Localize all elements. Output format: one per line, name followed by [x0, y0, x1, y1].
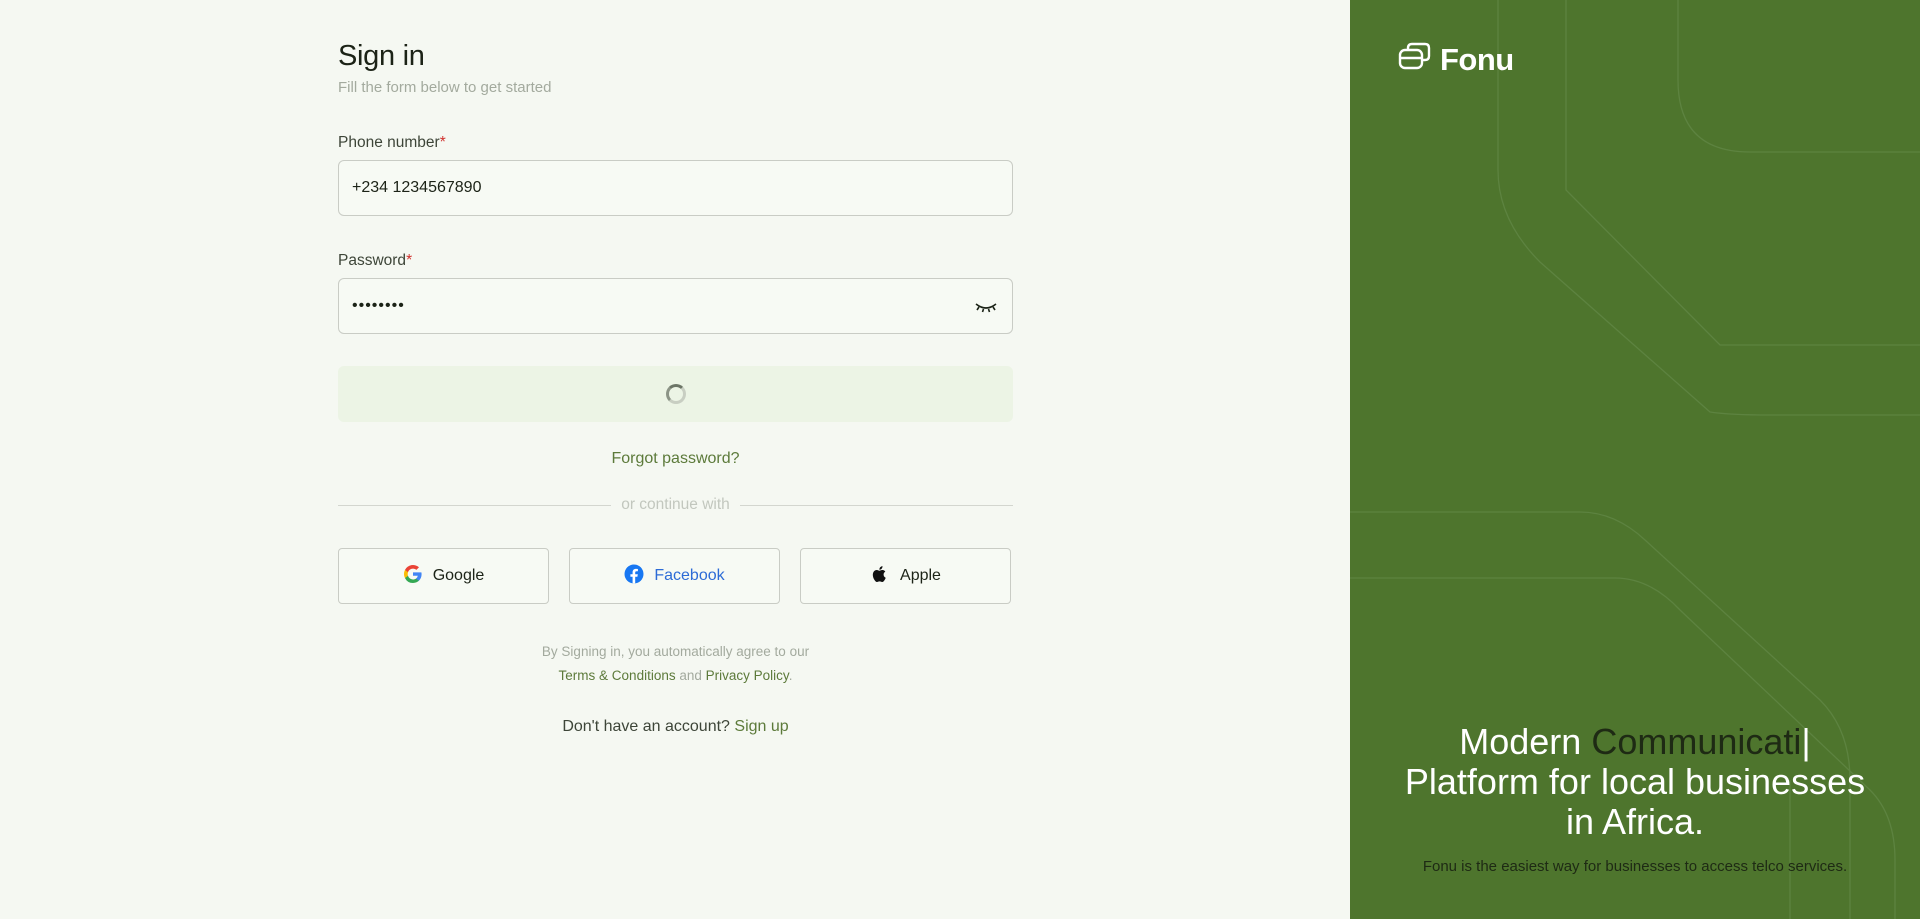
signup-row: Don't have an account? Sign up [338, 718, 1013, 736]
terms-notice: By Signing in, you automatically agree t… [338, 640, 1013, 688]
signup-link[interactable]: Sign up [734, 718, 788, 735]
password-label-text: Password [338, 252, 407, 269]
headline-prefix: Modern [1459, 721, 1592, 762]
signin-panel: Sign in Fill the form below to get start… [0, 0, 1350, 919]
eye-closed-icon[interactable] [974, 297, 998, 317]
fonu-logo-icon [1398, 40, 1432, 80]
signin-form: Sign in Fill the form below to get start… [338, 40, 1013, 736]
headline-line1: Modern Communicati| [1350, 722, 1920, 762]
divider-line [338, 504, 612, 506]
terms-and: and [679, 668, 702, 683]
page-title: Sign in [338, 40, 425, 72]
terms-link[interactable]: Terms & Conditions [559, 668, 676, 683]
required-mark: * [439, 134, 446, 151]
terms-end: . [788, 668, 793, 683]
promo-headline: Modern Communicati| Platform for local b… [1350, 722, 1920, 842]
google-label: Google [432, 567, 485, 584]
apple-label: Apple [900, 567, 941, 584]
terms-line2: Terms & Conditions and Privacy Policy. [338, 664, 1013, 688]
typing-caret: | [1801, 721, 1811, 762]
password-input[interactable]: •••••••• [338, 278, 1013, 334]
divider: or continue with [338, 496, 1013, 514]
brand-name: Fonu [1440, 42, 1514, 77]
phone-label-text: Phone number [338, 134, 440, 151]
password-value: •••••••• [352, 297, 405, 314]
phone-value: +234 1234567890 [352, 179, 482, 196]
forgot-password-link[interactable]: Forgot password? [338, 450, 1013, 468]
facebook-label: Facebook [654, 567, 725, 584]
google-icon [403, 564, 423, 589]
no-account-text: Don't have an account? [562, 718, 730, 735]
required-mark: * [406, 252, 413, 269]
divider-line [739, 504, 1013, 506]
privacy-link[interactable]: Privacy Policy [706, 668, 789, 683]
google-button[interactable]: Google [338, 548, 549, 604]
promo-tagline: Fonu is the easiest way for businesses t… [1422, 858, 1848, 875]
headline-line2: Platform for local businesses [1404, 761, 1866, 802]
divider-text: or continue with [621, 496, 730, 513]
headline-typing: Communicati [1591, 721, 1802, 762]
phone-label: Phone number* [338, 134, 1013, 152]
apple-button[interactable]: Apple [800, 548, 1011, 604]
loading-spinner-icon [665, 384, 686, 404]
terms-line1: By Signing in, you automatically agree t… [541, 644, 810, 659]
page-subtitle: Fill the form below to get started [338, 79, 552, 96]
signin-submit-button[interactable] [338, 366, 1013, 422]
facebook-icon [624, 564, 644, 589]
headline-line3: in Africa. [1565, 801, 1705, 842]
promo-panel: Fonu Modern Communicati| Platform for lo… [1350, 0, 1920, 919]
password-label: Password* [338, 252, 1013, 270]
social-buttons: Google Facebook Apple [338, 548, 1013, 604]
phone-input[interactable]: +234 1234567890 [338, 160, 1013, 216]
apple-icon [870, 564, 890, 589]
facebook-button[interactable]: Facebook [569, 548, 780, 604]
brand: Fonu [1398, 40, 1514, 80]
